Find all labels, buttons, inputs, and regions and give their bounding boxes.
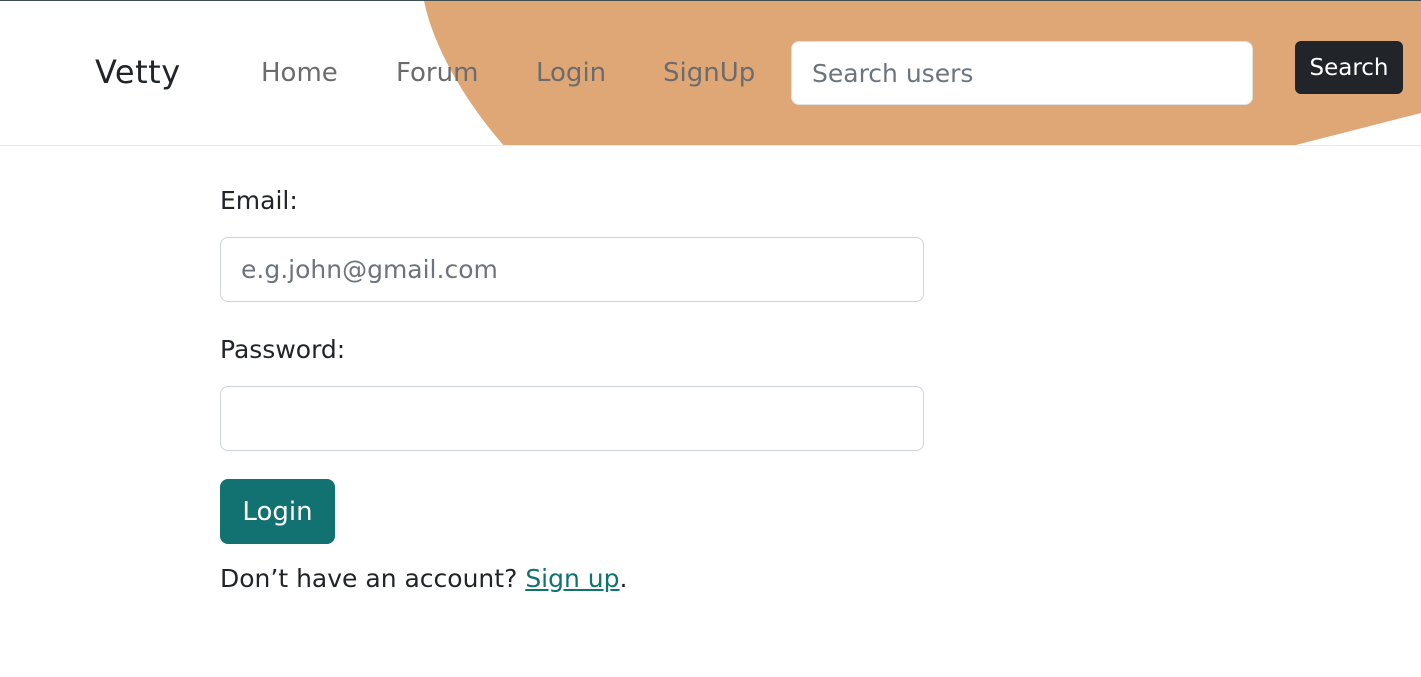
navbar: Vetty Home Forum Login SignUp Search <box>0 0 1421 146</box>
email-label: Email: <box>220 186 298 215</box>
brand-logo[interactable]: Vetty <box>95 53 181 91</box>
nav-link-forum[interactable]: Forum <box>396 58 478 88</box>
search-button[interactable]: Search <box>1295 41 1403 94</box>
nav-link-login[interactable]: Login <box>536 58 606 88</box>
search-users-input[interactable] <box>791 41 1253 105</box>
email-field[interactable] <box>220 237 924 302</box>
signup-link[interactable]: Sign up <box>525 564 619 593</box>
login-submit-button[interactable]: Login <box>220 479 335 544</box>
signup-prompt-text: Don’t have an account? <box>220 564 526 593</box>
nav-link-home[interactable]: Home <box>261 58 338 88</box>
nav-link-signup[interactable]: SignUp <box>663 58 755 88</box>
password-field[interactable] <box>220 386 924 451</box>
signup-prompt-suffix: . <box>619 564 628 593</box>
signup-prompt: Don’t have an account? Sign up. <box>220 564 627 593</box>
password-label: Password: <box>220 335 346 364</box>
